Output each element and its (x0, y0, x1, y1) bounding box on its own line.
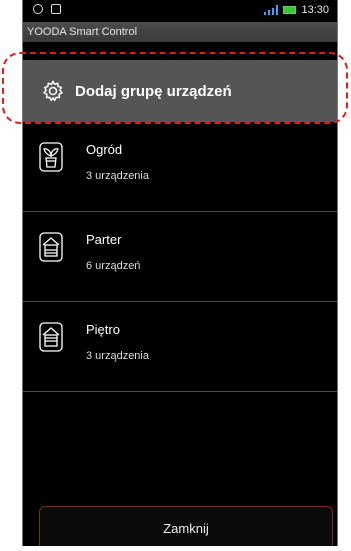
close-button-label: Zamknij (163, 521, 209, 536)
house-icon (39, 322, 63, 352)
close-button[interactable]: Zamknij (39, 506, 333, 546)
clock: 13:30 (301, 4, 329, 16)
garden-plant-icon (39, 142, 63, 172)
house-icon (39, 232, 63, 262)
android-icon (51, 4, 61, 14)
battery-icon (283, 6, 297, 14)
app-title: YOODA Smart Control (27, 26, 138, 38)
status-indicators: 13:30 (264, 4, 329, 16)
group-name: Ogród (86, 142, 123, 157)
gear-icon (42, 80, 64, 102)
group-item-parter[interactable]: Parter 6 urządzeń (23, 212, 337, 302)
group-item-ogrod[interactable]: Ogród 3 urządzenia (23, 122, 337, 212)
notification-icon (33, 4, 43, 14)
signal-icon (264, 5, 279, 15)
phone-screen: 13:30 YOODA Smart Control Dodaj grupę ur… (22, 0, 338, 546)
group-name: Parter (86, 232, 122, 247)
group-item-pietro[interactable]: Piętro 3 urządzenia (23, 302, 337, 392)
status-bar: 13:30 (23, 0, 337, 22)
add-group-label: Dodaj grupę urządzeń (75, 82, 232, 100)
group-device-count: 3 urządzenia (86, 170, 149, 182)
group-device-count: 6 urządzeń (86, 260, 141, 272)
add-group-button[interactable]: Dodaj grupę urządzeń (23, 60, 337, 122)
group-device-count: 3 urządzenia (86, 350, 149, 362)
notification-icons (33, 4, 61, 14)
group-name: Piętro (86, 322, 120, 337)
app-title-bar: YOODA Smart Control (23, 22, 337, 42)
